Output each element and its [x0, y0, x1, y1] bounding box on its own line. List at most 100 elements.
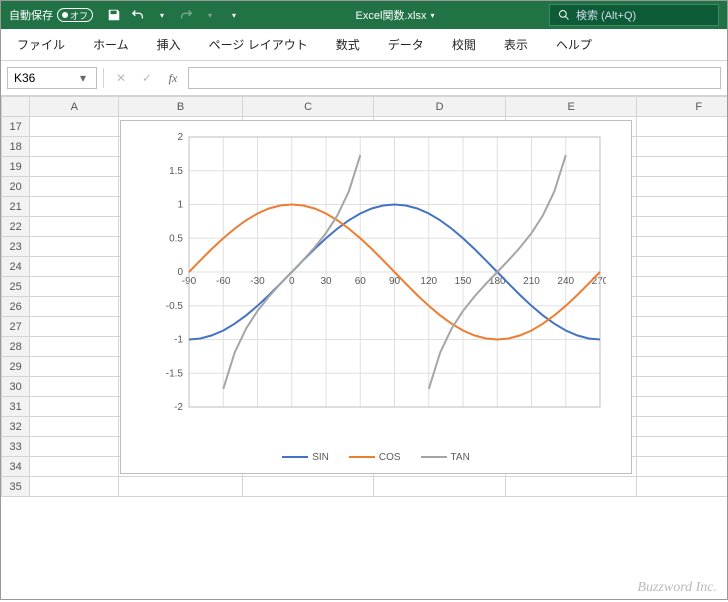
cell[interactable]: [30, 137, 119, 157]
column-header[interactable]: D: [374, 97, 506, 117]
column-header[interactable]: F: [637, 97, 727, 117]
cell[interactable]: [30, 457, 119, 477]
enter-icon[interactable]: ✓: [136, 67, 158, 89]
cell[interactable]: [374, 477, 506, 497]
column-header[interactable]: C: [242, 97, 374, 117]
cell[interactable]: [30, 277, 119, 297]
cell[interactable]: [637, 157, 727, 177]
cell[interactable]: [30, 117, 119, 137]
cell[interactable]: [30, 377, 119, 397]
row-header[interactable]: 35: [2, 477, 30, 497]
search-input[interactable]: 検索 (Alt+Q): [549, 4, 719, 26]
tab-file[interactable]: ファイル: [5, 30, 77, 59]
row-header[interactable]: 20: [2, 177, 30, 197]
cell[interactable]: [242, 477, 374, 497]
row-header[interactable]: 23: [2, 237, 30, 257]
formula-input[interactable]: [188, 67, 721, 89]
row-header[interactable]: 17: [2, 117, 30, 137]
row-header[interactable]: 32: [2, 417, 30, 437]
cell[interactable]: [119, 477, 242, 497]
cell[interactable]: [637, 437, 727, 457]
row-header[interactable]: 25: [2, 277, 30, 297]
cell[interactable]: [637, 357, 727, 377]
svg-text:0: 0: [289, 276, 295, 287]
cell[interactable]: [30, 357, 119, 377]
cell[interactable]: [637, 257, 727, 277]
row-header[interactable]: 31: [2, 397, 30, 417]
cell[interactable]: [30, 197, 119, 217]
cell[interactable]: [637, 197, 727, 217]
cell[interactable]: [30, 157, 119, 177]
row-header[interactable]: 27: [2, 317, 30, 337]
cell[interactable]: [30, 477, 119, 497]
cancel-icon[interactable]: ✕: [110, 67, 132, 89]
row-header[interactable]: 28: [2, 337, 30, 357]
cell[interactable]: [637, 217, 727, 237]
tab-formulas[interactable]: 数式: [324, 30, 372, 59]
cell[interactable]: [637, 457, 727, 477]
select-all-corner[interactable]: [2, 97, 30, 117]
cell[interactable]: [637, 117, 727, 137]
row-header[interactable]: 26: [2, 297, 30, 317]
tab-insert[interactable]: 挿入: [145, 30, 193, 59]
chevron-down-icon[interactable]: ▾: [76, 71, 90, 85]
row-header[interactable]: 34: [2, 457, 30, 477]
chart-plot-area: -2-1.5-1-0.500.511.52-90-60-300306090120…: [151, 131, 606, 425]
cell[interactable]: [30, 217, 119, 237]
cell[interactable]: [637, 237, 727, 257]
cell[interactable]: [637, 177, 727, 197]
cell[interactable]: [30, 317, 119, 337]
svg-text:-0.5: -0.5: [166, 301, 184, 312]
svg-text:150: 150: [455, 276, 472, 287]
cell[interactable]: [30, 257, 119, 277]
cell[interactable]: [637, 397, 727, 417]
row-header[interactable]: 19: [2, 157, 30, 177]
cell[interactable]: [637, 277, 727, 297]
row-header[interactable]: 18: [2, 137, 30, 157]
row-header[interactable]: 29: [2, 357, 30, 377]
tab-view[interactable]: 表示: [492, 30, 540, 59]
row-header[interactable]: 24: [2, 257, 30, 277]
row-header[interactable]: 22: [2, 217, 30, 237]
cell[interactable]: [30, 237, 119, 257]
cell[interactable]: [637, 297, 727, 317]
cell[interactable]: [505, 477, 637, 497]
tab-data[interactable]: データ: [376, 30, 436, 59]
save-icon[interactable]: [105, 6, 123, 24]
cell[interactable]: [637, 377, 727, 397]
column-header[interactable]: E: [505, 97, 637, 117]
qat-overflow-icon[interactable]: ▾: [225, 6, 243, 24]
cell[interactable]: [30, 337, 119, 357]
undo-icon[interactable]: [129, 6, 147, 24]
tab-help[interactable]: ヘルプ: [544, 30, 604, 59]
svg-text:60: 60: [355, 276, 367, 287]
row-header[interactable]: 33: [2, 437, 30, 457]
cell[interactable]: [637, 477, 727, 497]
autosave-toggle[interactable]: 自動保存 オフ: [1, 7, 99, 23]
row-header[interactable]: 21: [2, 197, 30, 217]
tab-review[interactable]: 校閲: [440, 30, 488, 59]
tab-home[interactable]: ホーム: [81, 30, 141, 59]
chart-object[interactable]: -2-1.5-1-0.500.511.52-90-60-300306090120…: [120, 120, 632, 474]
column-header[interactable]: A: [30, 97, 119, 117]
chevron-down-icon[interactable]: ▾: [153, 6, 171, 24]
name-box[interactable]: K36▾: [7, 67, 97, 89]
fx-icon[interactable]: fx: [162, 67, 184, 89]
svg-text:-60: -60: [216, 276, 231, 287]
cell[interactable]: [637, 337, 727, 357]
cell[interactable]: [30, 437, 119, 457]
svg-text:120: 120: [420, 276, 437, 287]
cell[interactable]: [30, 297, 119, 317]
chevron-down-icon[interactable]: ▾: [201, 6, 219, 24]
row-header[interactable]: 30: [2, 377, 30, 397]
cell[interactable]: [30, 177, 119, 197]
tab-page-layout[interactable]: ページ レイアウト: [197, 30, 320, 59]
chevron-down-icon[interactable]: ▾: [430, 11, 434, 20]
column-header[interactable]: B: [119, 97, 242, 117]
cell[interactable]: [637, 317, 727, 337]
cell[interactable]: [30, 397, 119, 417]
cell[interactable]: [30, 417, 119, 437]
svg-text:210: 210: [523, 276, 540, 287]
cell[interactable]: [637, 417, 727, 437]
cell[interactable]: [637, 137, 727, 157]
